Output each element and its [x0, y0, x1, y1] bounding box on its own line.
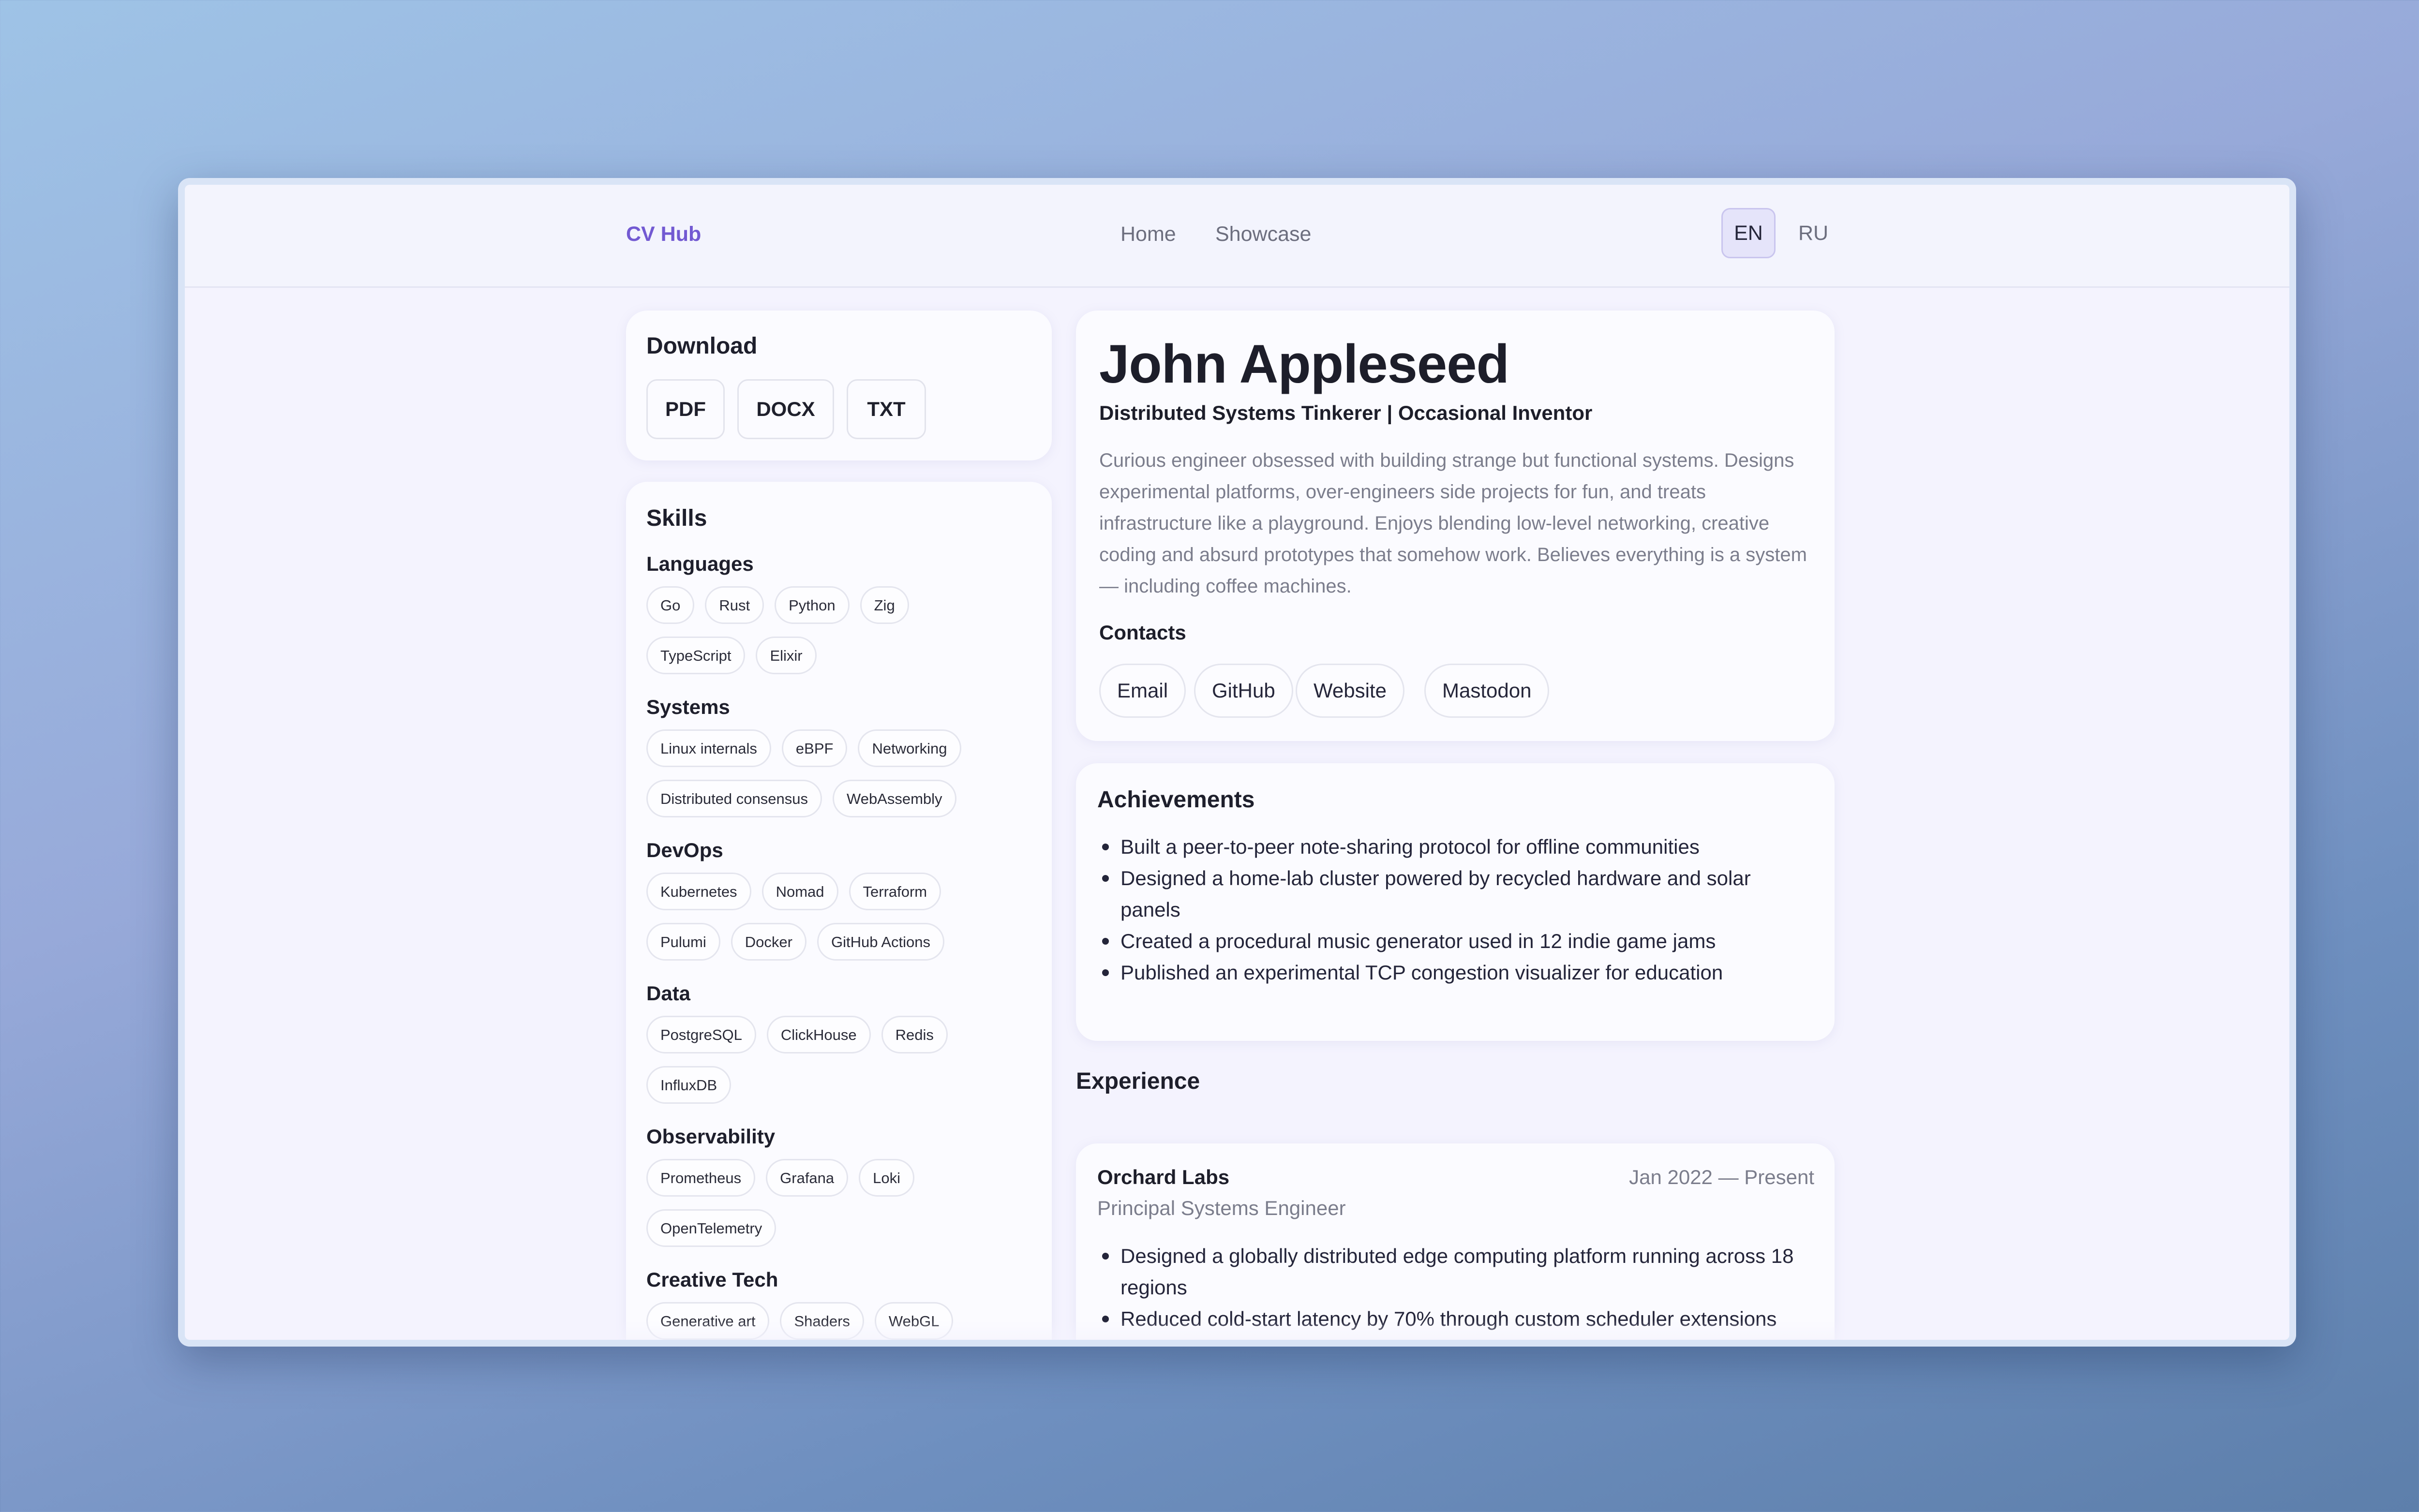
- job-role: Principal Systems Engineer: [1097, 1197, 1346, 1219]
- download-pdf-button[interactable]: PDF: [646, 379, 725, 439]
- skill-tag: Grafana: [766, 1159, 849, 1197]
- achievements-title: Achievements: [1097, 787, 1255, 813]
- skill-group-observability: Observability Prometheus Grafana Loki Op…: [646, 1125, 915, 1249]
- contact-mastodon-button[interactable]: Mastodon: [1424, 664, 1550, 718]
- download-card: Download PDF DOCX TXT: [626, 311, 1052, 460]
- skill-tag: Go: [646, 586, 695, 624]
- skill-group-languages: Languages Go Rust Python Zig TypeScript …: [646, 552, 909, 676]
- skill-tag: GitHub Actions: [817, 923, 945, 961]
- skill-tag: Pulumi: [646, 923, 720, 961]
- skill-tag: TypeScript: [646, 637, 746, 674]
- skill-tag: OpenTelemetry: [646, 1209, 776, 1247]
- contact-website-button[interactable]: Website: [1296, 664, 1404, 718]
- site-logo[interactable]: CV Hub: [626, 222, 701, 246]
- skill-tag: ClickHouse: [766, 1016, 871, 1053]
- skill-tag: Elixir: [756, 637, 817, 674]
- skill-tag: Zig: [860, 586, 909, 624]
- profile-headline: Distributed Systems Tinkerer | Occasiona…: [1099, 401, 1593, 424]
- skill-tag: Redis: [881, 1016, 948, 1053]
- skill-tag: Nomad: [762, 873, 838, 910]
- skill-tag: Terraform: [849, 873, 941, 910]
- scroll-fade: [185, 1320, 2289, 1340]
- nav-link-showcase[interactable]: Showcase: [1215, 222, 1311, 246]
- profile-card: John Appleseed Distributed Systems Tinke…: [1076, 311, 1835, 741]
- contact-email-button[interactable]: Email: [1099, 664, 1186, 718]
- profile-name: John Appleseed: [1099, 334, 1509, 394]
- skill-group-devops: DevOps Kubernetes Nomad Terraform Pulumi…: [646, 839, 945, 963]
- achievements-card: Achievements Built a peer-to-peer note-s…: [1076, 763, 1835, 1041]
- skill-tag: WebAssembly: [833, 780, 956, 817]
- nav-link-home[interactable]: Home: [1120, 222, 1176, 246]
- language-en-button[interactable]: EN: [1721, 208, 1776, 258]
- skill-tag: InfluxDB: [646, 1066, 732, 1104]
- skill-tag: Loki: [859, 1159, 915, 1197]
- skill-tag: Networking: [858, 729, 961, 767]
- job-company: Orchard Labs: [1097, 1166, 1230, 1188]
- skill-tag: Linux internals: [646, 729, 771, 767]
- skill-group-title: Systems: [646, 696, 730, 718]
- achievement-item: Built a peer-to-peer note-sharing protoc…: [1097, 831, 1813, 862]
- achievement-item: Published an experimental TCP congestion…: [1097, 957, 1813, 988]
- skill-tag: Distributed consensus: [646, 780, 822, 817]
- skills-title: Skills: [646, 505, 707, 531]
- top-navbar: CV Hub Home Showcase EN RU: [185, 185, 2289, 288]
- skill-tag: Python: [775, 586, 850, 624]
- skill-group-systems: Systems Linux internals eBPF Networking …: [646, 696, 961, 819]
- job-dates: Jan 2022 — Present: [1629, 1166, 1814, 1188]
- achievement-item: Designed a home-lab cluster powered by r…: [1097, 862, 1813, 925]
- contact-github-button[interactable]: GitHub: [1194, 664, 1293, 718]
- skill-tag: Rust: [705, 586, 764, 624]
- browser-window: CV Hub Home Showcase EN RU Download PDF …: [178, 178, 2296, 1347]
- profile-summary: Curious engineer obsessed with building …: [1099, 450, 1807, 597]
- experience-card: Orchard Labs Jan 2022 — Present Principa…: [1076, 1143, 1835, 1340]
- contacts-title: Contacts: [1099, 621, 1186, 644]
- achievements-list: Built a peer-to-peer note-sharing protoc…: [1097, 831, 1813, 988]
- job-bullet: Designed a globally distributed edge com…: [1097, 1240, 1813, 1303]
- download-txt-button[interactable]: TXT: [847, 379, 926, 439]
- skill-group-title: Creative Tech: [646, 1268, 778, 1291]
- skill-tag: Docker: [731, 923, 806, 961]
- achievement-item: Created a procedural music generator use…: [1097, 925, 1813, 957]
- experience-title: Experience: [1076, 1068, 1200, 1094]
- skill-tag: Prometheus: [646, 1159, 756, 1197]
- skill-group-data: Data PostgreSQL ClickHouse Redis InfluxD…: [646, 982, 948, 1106]
- download-title: Download: [646, 333, 758, 359]
- download-docx-button[interactable]: DOCX: [737, 379, 834, 439]
- skill-group-title: Data: [646, 982, 691, 1005]
- skill-group-title: DevOps: [646, 839, 723, 861]
- language-ru-button[interactable]: RU: [1786, 208, 1840, 258]
- skill-group-title: Languages: [646, 552, 754, 575]
- skill-tag: Kubernetes: [646, 873, 751, 910]
- skills-card: Skills Languages Go Rust Python Zig Type…: [626, 482, 1052, 1340]
- skill-tag: PostgreSQL: [646, 1016, 756, 1053]
- skill-group-title: Observability: [646, 1125, 776, 1148]
- skill-tag: eBPF: [781, 729, 848, 767]
